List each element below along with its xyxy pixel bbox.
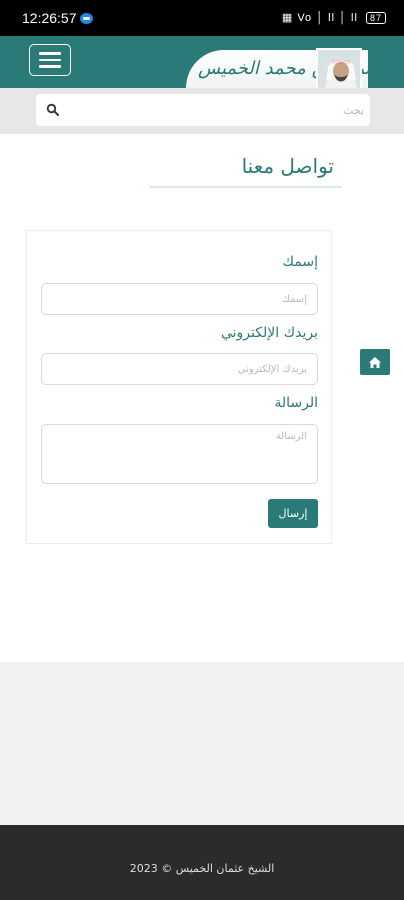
search-icon[interactable] (46, 103, 60, 117)
cloud-icon (80, 13, 93, 24)
message-label: الرسالة (274, 395, 318, 411)
name-label: إسمك (282, 254, 318, 270)
site-logo-text: د.عثمان بن محمد الخميس (198, 58, 396, 79)
page-title: تواصل معنا (241, 154, 334, 178)
home-button[interactable] (360, 349, 390, 375)
footer-copyright: الشيخ عثمان الخميس © 2023 (129, 862, 275, 875)
status-bar: 12:26:57 ▦ Vo │ ll │ ll 87 (0, 0, 404, 36)
sheikh-portrait (316, 48, 362, 88)
send-button[interactable]: إرسال (268, 499, 318, 528)
message-field[interactable] (41, 424, 318, 484)
email-label: بريدك الإلكتروني (220, 325, 318, 341)
title-underline (150, 186, 342, 188)
contact-form-card (26, 230, 332, 544)
name-field[interactable] (41, 283, 318, 315)
signal-indicators: ▦ Vo │ ll │ ll (281, 12, 358, 24)
email-field[interactable] (41, 353, 318, 385)
search-box (36, 94, 370, 126)
hamburger-icon (39, 52, 61, 55)
battery-icon: 87 (365, 12, 386, 24)
menu-toggle-button[interactable] (29, 44, 71, 76)
home-icon (369, 356, 381, 368)
search-input[interactable] (66, 94, 364, 126)
status-time: 12:26:57 (22, 10, 77, 26)
status-indicators: ▦ Vo │ ll │ ll 87 (282, 11, 386, 24)
